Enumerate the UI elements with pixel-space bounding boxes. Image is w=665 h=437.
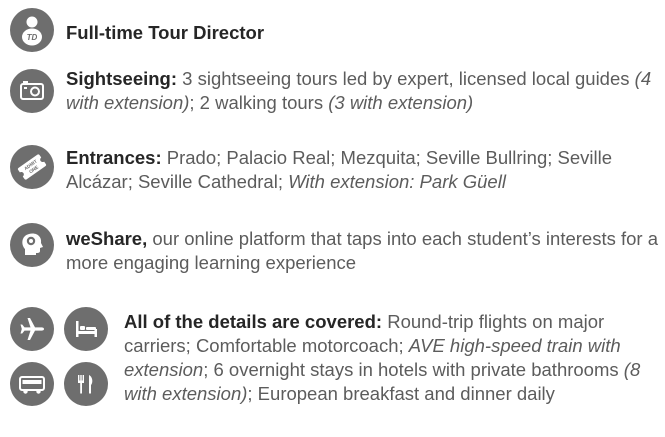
entrances-title: Entrances: xyxy=(66,147,162,168)
details-description: All of the details are covered: Round-tr… xyxy=(124,310,664,406)
tour-director-icon-label: TD xyxy=(27,33,38,42)
bed-icon xyxy=(64,307,108,351)
details-text-3: ; European breakfast and dinner daily xyxy=(247,383,555,404)
tour-director-title: Full-time Tour Director xyxy=(66,22,265,43)
bus-icon xyxy=(10,362,54,406)
ticket-icon: ADMIT ONE xyxy=(10,145,54,189)
entrances-extension: With extension: Park Güell xyxy=(288,171,506,192)
details-title: All of the details are covered: xyxy=(124,311,383,332)
camera-icon xyxy=(10,69,54,113)
sightseeing-text-1: 3 sightseeing tours led by expert, licen… xyxy=(177,68,635,89)
details-text-2: ; 6 overnight stays in hotels with priva… xyxy=(203,359,624,380)
sightseeing-title: Sightseeing: xyxy=(66,68,178,89)
head-brain-icon xyxy=(10,223,54,267)
utensils-icon xyxy=(64,362,108,406)
sightseeing-extension-2: (3 with extension) xyxy=(328,92,474,113)
sightseeing-description: Sightseeing: 3 sightseeing tours led by … xyxy=(66,67,662,115)
tour-director-icon: TD xyxy=(10,8,54,52)
entrances-description: Entrances: Prado; Palacio Real; Mezquita… xyxy=(66,146,662,194)
weshare-text: our online platform that taps into each … xyxy=(66,228,659,273)
weshare-title: weShare, xyxy=(66,228,148,249)
sightseeing-text-2: ; 2 walking tours xyxy=(189,92,329,113)
airplane-icon xyxy=(10,307,54,351)
weshare-description: weShare, our online platform that taps i… xyxy=(66,227,662,275)
